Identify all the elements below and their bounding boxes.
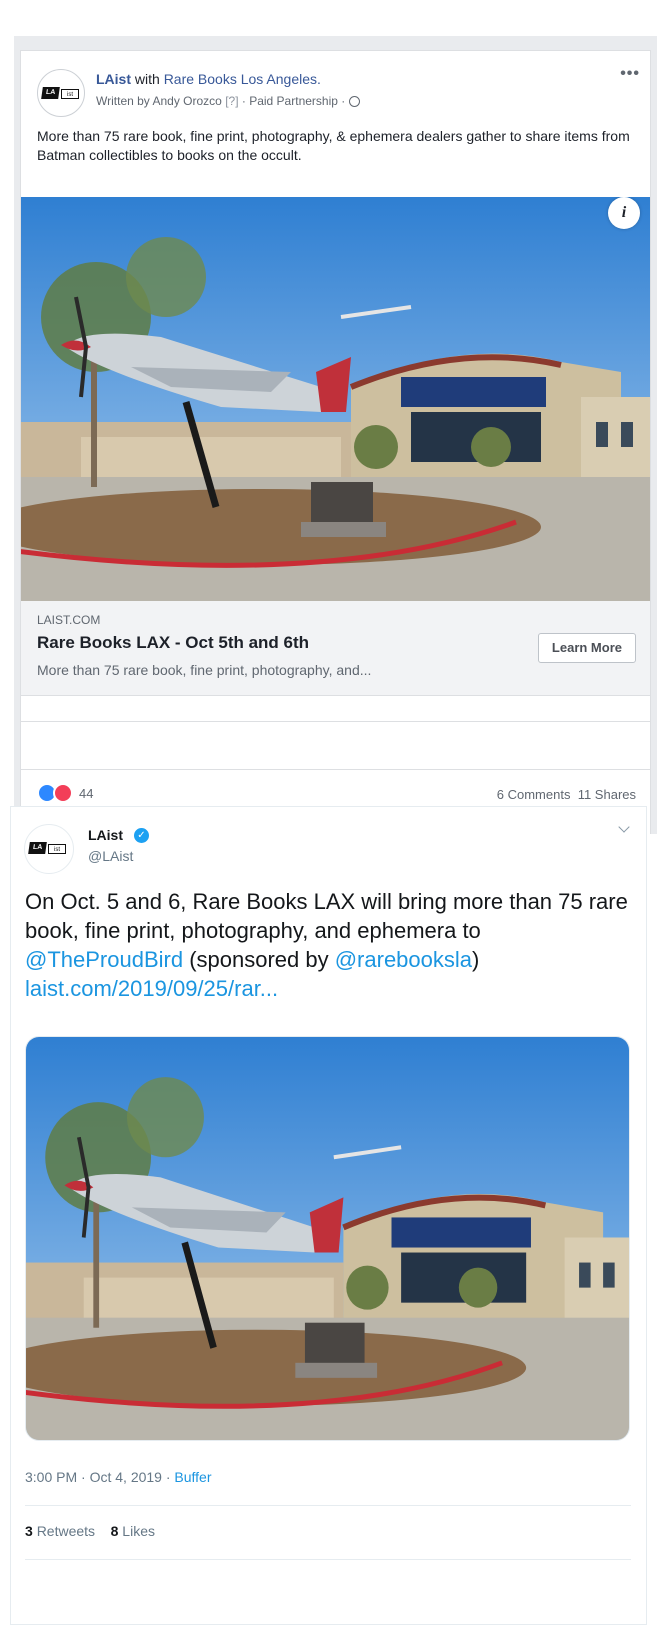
- logo-la-text: LA: [28, 842, 47, 854]
- engagement-stats: 6 Comments 11 Shares: [497, 787, 636, 802]
- with-text: with: [134, 71, 160, 87]
- source-link[interactable]: Buffer: [174, 1469, 211, 1485]
- divider: [25, 1505, 631, 1506]
- paid-partnership-text: · Paid Partnership ·: [241, 94, 346, 108]
- mention-link[interactable]: @TheProudBird: [25, 947, 183, 972]
- likes-label[interactable]: Likes: [122, 1523, 155, 1539]
- facebook-post-card: LA ist LAist with Rare Books Los Angeles…: [20, 50, 651, 834]
- post-subline: Written by Andy Orozco [?] · Paid Partne…: [96, 94, 360, 108]
- avatar[interactable]: LA ist: [24, 824, 74, 874]
- mention-link[interactable]: @rarebooksla: [335, 947, 472, 972]
- timestamp[interactable]: 3:00 PM · Oct 4, 2019 ·: [25, 1469, 174, 1485]
- avatar[interactable]: LA ist: [37, 69, 85, 117]
- chevron-down-icon[interactable]: [618, 821, 630, 833]
- tweet-text-part: On Oct. 5 and 6, Rare Books LAX will bri…: [25, 889, 628, 943]
- tweet-card: LA ist LAist ✓ @LAist On Oct. 5 and 6, R…: [10, 806, 647, 1625]
- retweets-label[interactable]: Retweets: [37, 1523, 95, 1539]
- divider: [21, 769, 650, 770]
- love-reaction-icon[interactable]: [53, 783, 73, 803]
- reaction-count[interactable]: 44: [79, 786, 93, 801]
- ad-info-icon[interactable]: i: [608, 197, 640, 229]
- likes-count[interactable]: 8: [111, 1523, 119, 1539]
- comments-link[interactable]: 6 Comments: [497, 787, 571, 802]
- tweet-meta: 3:00 PM · Oct 4, 2019 · Buffer: [25, 1469, 212, 1485]
- globe-icon: [348, 96, 360, 107]
- facebook-post-background: LA ist LAist with Rare Books Los Angeles…: [14, 36, 657, 834]
- link-domain: LAIST.COM: [37, 613, 101, 627]
- photo-scene: [21, 197, 650, 601]
- more-options-icon[interactable]: •••: [620, 65, 640, 83]
- post-header: LAist with Rare Books Los Angeles.: [96, 71, 321, 87]
- post-image[interactable]: i: [21, 197, 650, 601]
- link-title: Rare Books LAX - Oct 5th and 6th: [37, 633, 310, 652]
- account-name[interactable]: LAist: [88, 827, 123, 843]
- divider: [21, 721, 650, 722]
- photo-scene: [26, 1037, 630, 1441]
- logo-la-text: LA: [41, 87, 60, 99]
- account-handle[interactable]: @LAist: [88, 848, 133, 864]
- url-link[interactable]: laist.com/2019/09/25/rar...: [25, 976, 278, 1001]
- verified-badge-icon: ✓: [134, 828, 149, 843]
- tweet-text: On Oct. 5 and 6, Rare Books LAX will bri…: [25, 887, 637, 1003]
- link-description: More than 75 rare book, fine print, phot…: [37, 662, 372, 678]
- shares-link[interactable]: 11 Shares: [578, 787, 636, 802]
- help-link[interactable]: [?]: [225, 94, 238, 108]
- tweet-text-part: (sponsored by: [183, 947, 335, 972]
- tweet-stats: 3 Retweets 8 Likes: [25, 1523, 155, 1539]
- author-text: Written by Andy Orozco: [96, 94, 222, 108]
- tweet-image[interactable]: [25, 1036, 630, 1441]
- logo-ist-text: ist: [61, 89, 79, 99]
- tweet-text-part: ): [472, 947, 480, 972]
- page-name-link[interactable]: LAist: [96, 71, 131, 87]
- post-message: More than 75 rare book, fine print, phot…: [37, 128, 630, 163]
- partner-link[interactable]: Rare Books Los Angeles.: [164, 71, 321, 87]
- logo-ist-text: ist: [48, 844, 66, 854]
- retweets-count[interactable]: 3: [25, 1523, 33, 1539]
- divider: [25, 1559, 631, 1560]
- link-preview[interactable]: LAIST.COM Rare Books LAX - Oct 5th and 6…: [21, 601, 650, 696]
- learn-more-button[interactable]: Learn More: [537, 633, 636, 663]
